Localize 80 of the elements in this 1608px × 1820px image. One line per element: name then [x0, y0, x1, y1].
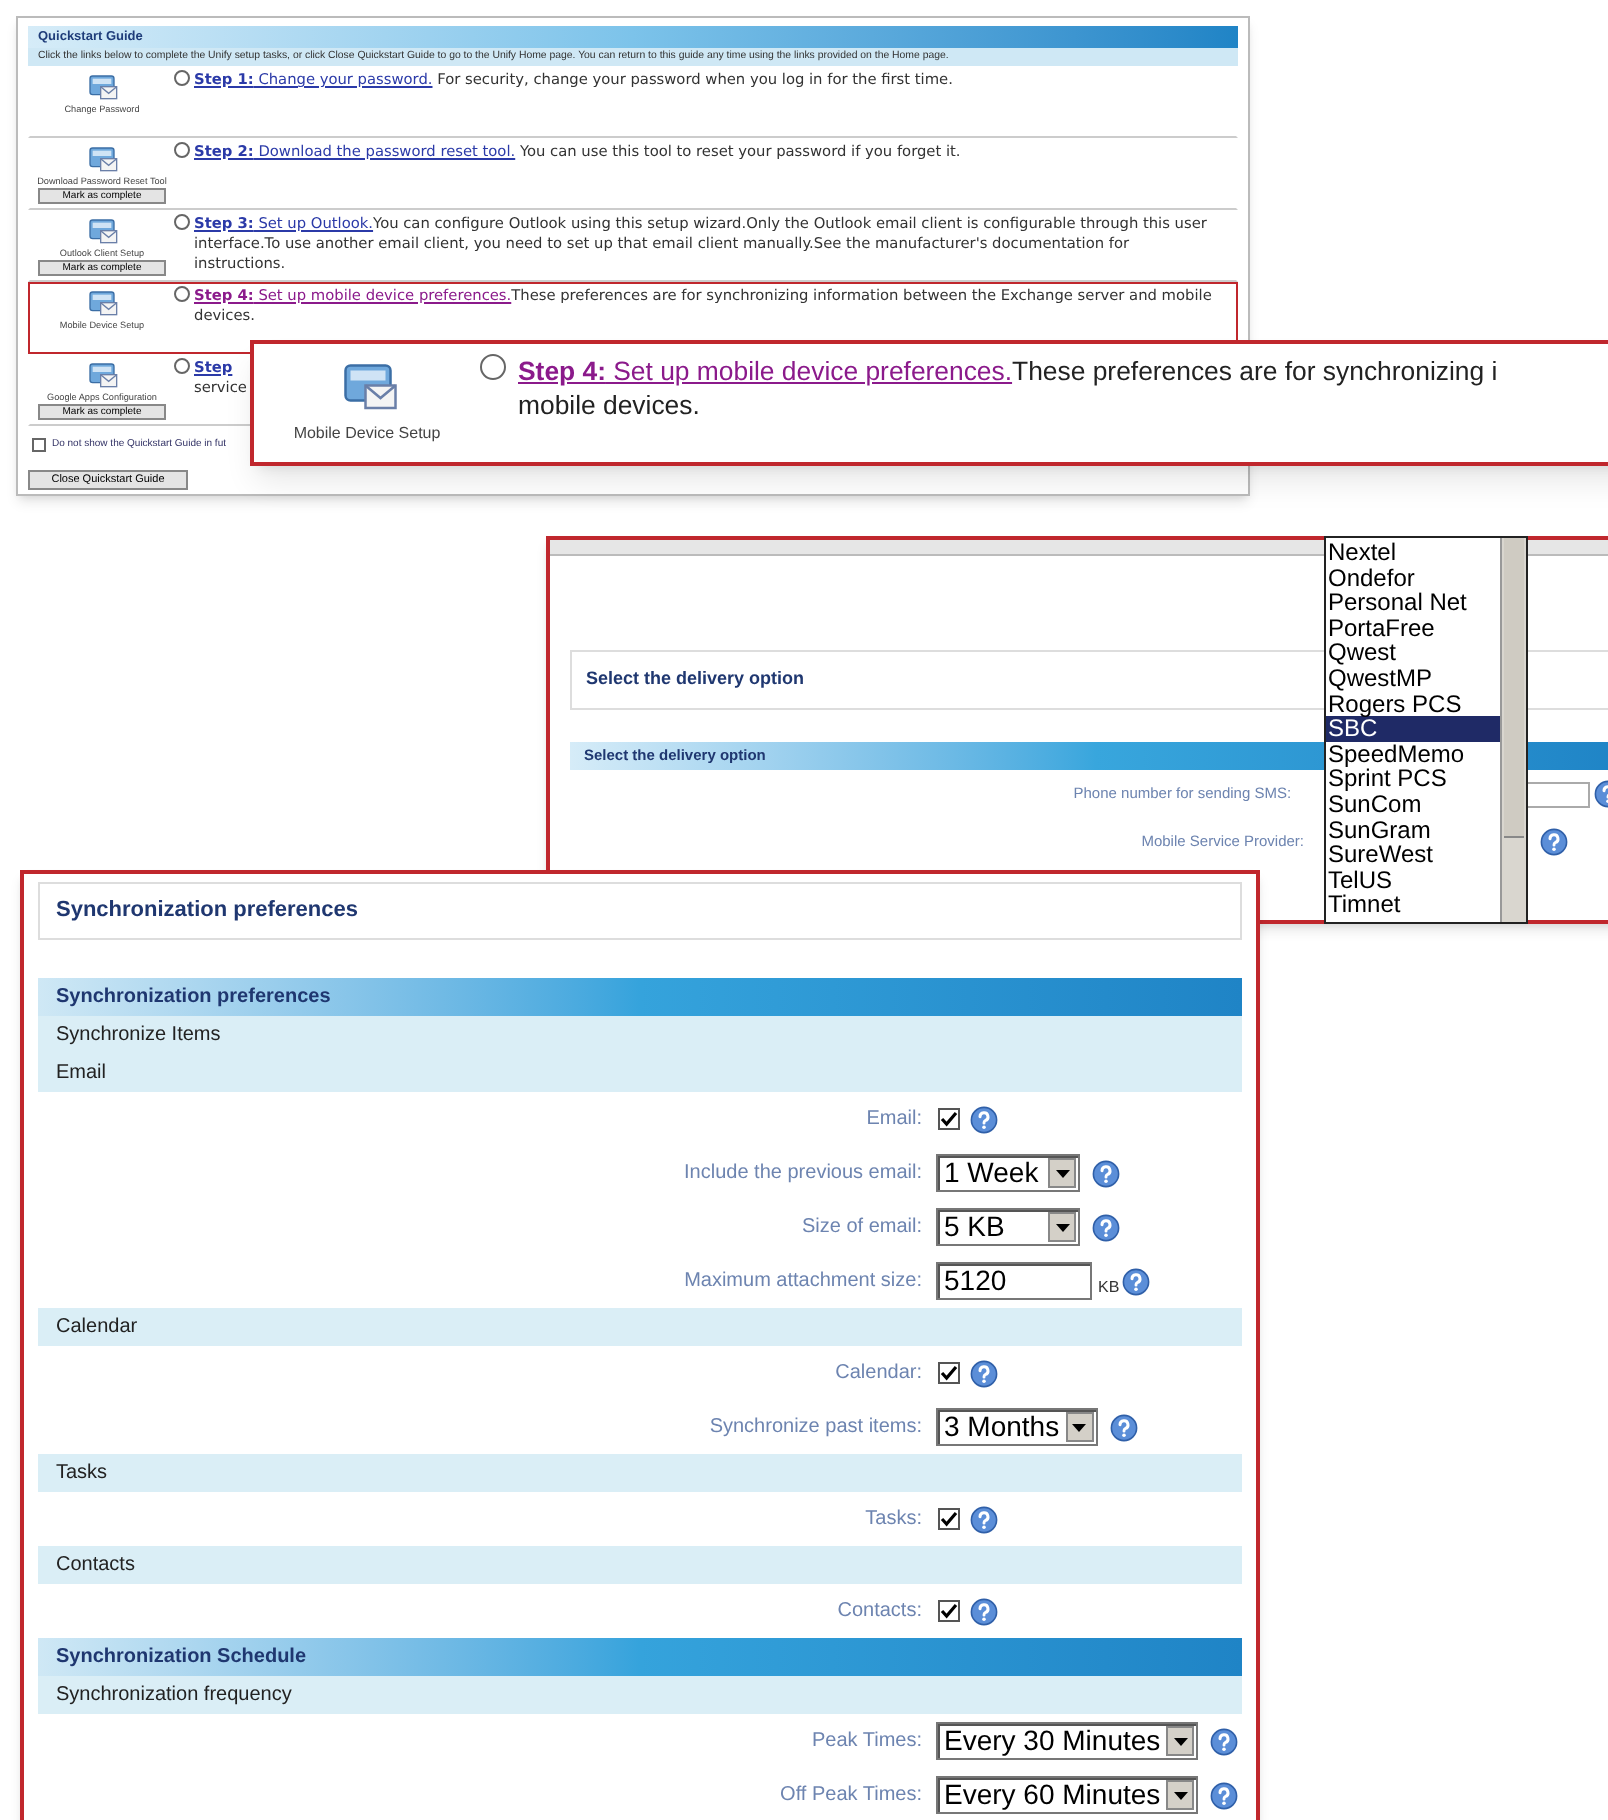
dropdown-option[interactable]: SBC: [1326, 716, 1500, 742]
field-label: Tasks:: [863, 1506, 924, 1534]
help-icon[interactable]: [1540, 828, 1568, 856]
field-label: Size of email:: [799, 1214, 924, 1242]
group-label: Synchronize Items: [38, 1016, 1242, 1054]
caret-icon: [1048, 1158, 1076, 1188]
dropdown-option[interactable]: SunGram: [1326, 817, 1500, 843]
radio-button[interactable]: [174, 358, 190, 374]
icon-label: Mobile Device Setup: [293, 422, 441, 446]
radio-button[interactable]: [174, 214, 190, 230]
section-title: Select the delivery option: [586, 666, 805, 693]
radio-button[interactable]: [174, 286, 190, 302]
unit-label: KB: [1098, 1275, 1120, 1299]
group-label: Calendar: [38, 1308, 1242, 1346]
dropdown-select[interactable]: 3 Months: [936, 1408, 1098, 1446]
dropdown-option[interactable]: PortaFree: [1326, 615, 1500, 641]
dropdown-select[interactable]: 1 Week: [936, 1154, 1080, 1192]
radio-button[interactable]: [174, 70, 190, 86]
checkbox[interactable]: [938, 1600, 960, 1622]
dropdown-select[interactable]: Every 60 Minutes: [936, 1776, 1199, 1814]
caret-icon: [1166, 1726, 1195, 1756]
help-icon[interactable]: [970, 1359, 998, 1387]
help-icon[interactable]: [970, 1505, 998, 1533]
dropdown-option[interactable]: SureWest: [1326, 842, 1500, 868]
group-label: Tasks: [38, 1454, 1242, 1492]
help-icon[interactable]: [1210, 1781, 1239, 1809]
section-header: Synchronization preferences: [38, 978, 1242, 1016]
section-header: Synchronization Schedule: [38, 1638, 1242, 1676]
window-envelope-icon: [86, 360, 118, 392]
dropdown-option[interactable]: Nextel: [1326, 540, 1500, 566]
step-description: mobile devices.: [518, 388, 702, 422]
checkbox[interactable]: [938, 1362, 960, 1384]
checkbox[interactable]: [938, 1508, 960, 1530]
field-label: Contacts:: [835, 1598, 924, 1626]
attachment-size-input[interactable]: 5120: [936, 1262, 1092, 1300]
caret-icon: [1048, 1212, 1076, 1242]
help-icon[interactable]: [1092, 1213, 1120, 1241]
help-icon[interactable]: [1109, 1413, 1138, 1441]
help-icon[interactable]: [1210, 1727, 1239, 1755]
checkbox[interactable]: [32, 438, 46, 453]
dropdown-option[interactable]: Personal Net: [1326, 590, 1500, 616]
field-label: Calendar:: [833, 1360, 924, 1388]
group-label: Synchronization frequency: [38, 1676, 1242, 1714]
dropdown-option[interactable]: TelUS: [1326, 867, 1500, 893]
help-icon[interactable]: [1092, 1159, 1120, 1187]
window-envelope-icon: [86, 144, 118, 176]
field-label: Include the previous email:: [682, 1160, 924, 1188]
field-label: Off Peak Times:: [778, 1782, 924, 1810]
dropdown-option[interactable]: SpeedMemo: [1326, 741, 1500, 767]
window-envelope-icon: [86, 288, 118, 320]
dropdown-option[interactable]: Timnet: [1326, 892, 1500, 918]
dropdown-select[interactable]: Every 30 Minutes: [936, 1722, 1199, 1760]
field-label: Synchronize past items:: [707, 1414, 924, 1442]
dropdown-option[interactable]: Qwest: [1326, 640, 1500, 666]
dropdown-option[interactable]: SunCom: [1326, 791, 1500, 818]
help-icon[interactable]: [1121, 1267, 1150, 1295]
group-label: Contacts: [38, 1546, 1242, 1584]
caret-icon: [1166, 1780, 1195, 1810]
phone-input[interactable]: [1523, 781, 1590, 807]
window-envelope-icon: [86, 216, 118, 248]
dropdown-option[interactable]: Sprint PCS: [1326, 766, 1500, 792]
field-label: Maximum attachment size:: [682, 1268, 924, 1296]
caret-icon: [1065, 1412, 1094, 1442]
radio-button[interactable]: [480, 354, 506, 380]
scrollbar[interactable]: [1500, 538, 1526, 922]
step-link[interactable]: Step 4: Set up mobile device preferences.: [518, 356, 1013, 386]
radio-button[interactable]: [174, 142, 190, 158]
checkbox[interactable]: [938, 1108, 960, 1130]
group-label: Email: [38, 1054, 1242, 1092]
section-title: Synchronization preferences: [56, 896, 358, 927]
window-envelope-icon: [86, 72, 118, 104]
dropdown-select[interactable]: 5 KB: [936, 1208, 1080, 1246]
field-label: Peak Times:: [809, 1728, 924, 1756]
step-description: Step 4: Set up mobile device preferences.These preferences are for synchronizing i: [518, 354, 1498, 388]
help-icon[interactable]: [970, 1105, 998, 1133]
dropdown-option[interactable]: QwestMP: [1326, 665, 1500, 692]
help-icon[interactable]: [970, 1597, 998, 1625]
dropdown-option[interactable]: Rogers PCS: [1326, 691, 1500, 717]
dropdown-option[interactable]: Ondefor: [1326, 565, 1500, 591]
field-label: Email:: [864, 1106, 924, 1134]
